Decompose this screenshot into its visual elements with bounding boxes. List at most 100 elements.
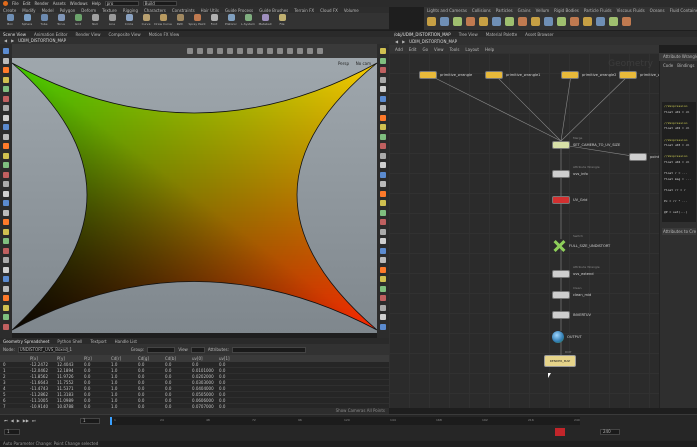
column-header[interactable]: P[z] xyxy=(81,356,108,361)
viewer-tool-icon[interactable] xyxy=(3,152,9,159)
end-frame-field[interactable]: 240 xyxy=(600,429,620,435)
viewer-tool-icon[interactable] xyxy=(3,76,9,83)
shelf-tool-icon[interactable] xyxy=(479,17,488,26)
network-editor[interactable]: Geometry primitive_wrangle primitive_wran… xyxy=(389,53,659,408)
network-node[interactable]: UV_Grid xyxy=(552,196,587,204)
shelf-tool-icon[interactable] xyxy=(570,17,579,26)
viewer-tool-icon[interactable] xyxy=(3,48,9,54)
shelf-tool-button[interactable]: Box xyxy=(3,14,17,30)
display-option-icon[interactable] xyxy=(380,209,386,216)
display-option-icon[interactable] xyxy=(380,190,386,197)
display-option-icon[interactable] xyxy=(380,76,386,83)
viewer-option-icon[interactable] xyxy=(217,48,223,54)
viewer-option-icon[interactable] xyxy=(307,48,313,54)
shelf-tab[interactable]: Create xyxy=(3,8,16,13)
shelf-tool-icon[interactable] xyxy=(505,17,514,26)
column-header[interactable]: uv[0] xyxy=(189,356,216,361)
tab-network[interactable]: /obj/UDIM_DISTORTION_MAP xyxy=(394,32,451,37)
shelf-tool-icon[interactable] xyxy=(466,17,475,26)
shelf-right-tab[interactable]: Vellum xyxy=(536,8,550,13)
back-icon[interactable]: ◀ xyxy=(395,39,398,44)
spreadsheet-body[interactable]: 0 -12.2472 12.4043 0.0 1.0 0.0 0.0 0.0 0.0 1 -12.0… xyxy=(0,362,389,414)
current-frame-field[interactable]: 1 xyxy=(80,418,100,424)
net-menu-layout[interactable]: Layout xyxy=(465,47,479,52)
viewer-tool-icon[interactable] xyxy=(3,95,9,102)
shelf-tab[interactable]: Polygon xyxy=(60,8,76,13)
display-option-icon[interactable] xyxy=(380,143,386,149)
viewer-tool-icon[interactable] xyxy=(3,304,9,311)
tab-geometry-spreadsheet[interactable]: Geometry Spreadsheet xyxy=(3,339,49,344)
next-frame-icon[interactable]: ▶▶ xyxy=(23,418,29,423)
display-option-icon[interactable] xyxy=(380,257,386,263)
viewer-tool-icon[interactable] xyxy=(3,171,9,178)
view-field[interactable] xyxy=(190,346,205,353)
viewer-tool-icon[interactable] xyxy=(3,162,9,168)
shelf-tool-button[interactable]: Font xyxy=(207,14,221,30)
shelf-tab[interactable]: Modify xyxy=(22,8,35,13)
viewer-tool-icon[interactable] xyxy=(3,314,9,320)
attributes-to-create-field[interactable]: Attributes to Create xyxy=(662,228,696,235)
viewer-tool-icon[interactable] xyxy=(3,57,9,64)
timeline-playhead[interactable] xyxy=(110,417,112,425)
scene-selector[interactable]: Build xyxy=(142,1,177,6)
shelf-tab[interactable]: Guide Brushes xyxy=(259,8,288,13)
net-menu-tools[interactable]: Tools xyxy=(450,47,460,52)
viewer-tool-icon[interactable] xyxy=(3,219,9,225)
viewer-tool-icon[interactable] xyxy=(3,105,9,111)
viewer-tool-icon[interactable] xyxy=(3,114,9,121)
tab-asset-browser[interactable]: Asset Browser xyxy=(525,32,553,37)
display-option-icon[interactable] xyxy=(380,133,386,140)
shelf-tab[interactable]: Constraints xyxy=(172,8,195,13)
shelf-tool-button[interactable]: Draw Curve xyxy=(154,14,172,30)
column-header[interactable]: P[y] xyxy=(54,356,81,361)
shelf-tool-button[interactable]: Grid xyxy=(71,14,85,30)
display-option-icon[interactable] xyxy=(380,219,386,225)
tab-composite-view[interactable]: Composite View xyxy=(109,32,141,37)
viewer-option-icon[interactable] xyxy=(287,48,293,54)
tab-motion-fx-view[interactable]: Motion FX View xyxy=(149,32,180,37)
viewer-path[interactable]: UDIM_DISTORTION_MAP xyxy=(18,38,66,43)
shelf-right-tab[interactable]: Fluid Containers xyxy=(670,8,697,13)
shelf-tool-button[interactable]: Sphere xyxy=(20,14,34,30)
viewer-tool-icon[interactable] xyxy=(3,209,9,216)
display-option-icon[interactable] xyxy=(380,152,386,159)
viewport-3d[interactable]: Persp No cam xyxy=(12,58,377,333)
shelf-tool-icon[interactable] xyxy=(492,17,501,26)
desktop-selector[interactable]: pro xyxy=(104,1,139,6)
params-tab-bindings[interactable]: Bindings xyxy=(677,63,694,68)
viewer-option-icon[interactable] xyxy=(297,48,303,54)
menu-render[interactable]: Render xyxy=(34,1,48,6)
shelf-tool-icon[interactable] xyxy=(427,17,436,26)
attributes-field[interactable] xyxy=(231,346,306,353)
viewer-tool-icon[interactable] xyxy=(3,247,9,254)
network-node[interactable]: clean_mid Clean xyxy=(552,286,591,299)
viewer-tool-icon[interactable] xyxy=(3,238,9,244)
node-field[interactable]: UNDISTORT_UVS_Boxed_1 xyxy=(17,346,72,353)
display-option-icon[interactable] xyxy=(380,295,386,301)
shelf-tool-button[interactable]: L-System xyxy=(241,14,255,30)
network-node[interactable]: primitive_wrangle2 xyxy=(561,71,616,79)
display-option-icon[interactable] xyxy=(380,200,386,206)
network-node[interactable]: primitive_wrangle xyxy=(419,71,472,79)
shelf-tool-button[interactable]: Circle xyxy=(122,14,136,30)
column-header[interactable]: Cd[r] xyxy=(108,356,135,361)
display-option-icon[interactable] xyxy=(380,304,386,311)
shelf-tab[interactable]: Terrain FX xyxy=(294,8,314,13)
viewer-tool-icon[interactable] xyxy=(3,323,9,330)
group-field[interactable] xyxy=(147,346,176,353)
viewer-option-icon[interactable] xyxy=(267,48,273,54)
shelf-tool-icon[interactable] xyxy=(557,17,566,26)
shelf-tab[interactable]: Characters xyxy=(144,8,166,13)
net-menu-edit[interactable]: Edit xyxy=(409,47,417,52)
shelf-tool-icon[interactable] xyxy=(544,17,553,26)
network-node[interactable]: OUTPUT xyxy=(552,331,582,343)
viewer-tool-icon[interactable] xyxy=(3,200,9,206)
viewer-option-icon[interactable] xyxy=(207,48,213,54)
shelf-tool-button[interactable]: Spray Paint xyxy=(188,14,206,30)
shelf-tab[interactable]: Model xyxy=(42,8,54,13)
menu-assets[interactable]: Assets xyxy=(53,1,66,6)
viewer-option-icon[interactable] xyxy=(197,48,203,54)
forward-icon[interactable]: ▶ xyxy=(402,39,405,44)
net-menu-help[interactable]: Help xyxy=(485,47,494,52)
display-option-icon[interactable] xyxy=(380,114,386,121)
